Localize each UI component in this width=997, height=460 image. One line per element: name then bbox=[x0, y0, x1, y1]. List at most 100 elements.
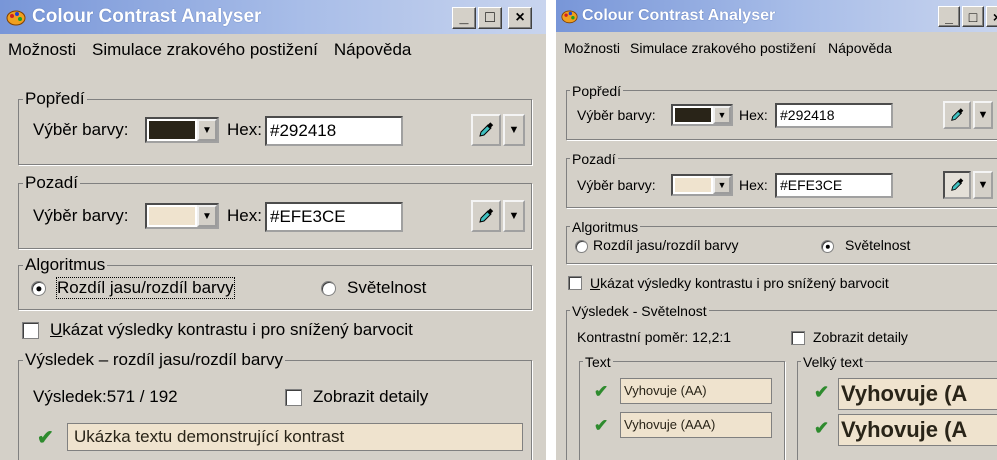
background-legend: Pozadí bbox=[23, 173, 80, 192]
app-palette-icon bbox=[6, 10, 26, 26]
background-color-picker[interactable]: ▼ bbox=[671, 174, 733, 196]
colorblind-label-accesskey: U bbox=[50, 320, 63, 339]
algorithm-option1-label[interactable]: Rozdíl jasu/rozdíl barvy bbox=[593, 237, 739, 253]
close-button[interactable]: × bbox=[508, 7, 532, 29]
maximize-button[interactable]: □ bbox=[962, 6, 984, 27]
foreground-legend: Popředí bbox=[570, 82, 624, 100]
background-color-picker[interactable]: ▼ bbox=[145, 203, 219, 229]
foreground-hex-input[interactable]: #292418 bbox=[775, 103, 893, 128]
eyedropper-icon bbox=[479, 208, 494, 223]
check-icon: ✔ bbox=[594, 382, 609, 401]
background-group: Pozadí Výběr barvy: ▼ Hex: #EFE3CE ▼ bbox=[18, 174, 532, 249]
menu-options[interactable]: Možnosti bbox=[0, 34, 84, 66]
menu-bar: Možnosti Simulace zrakového postižení Ná… bbox=[556, 32, 997, 64]
window-title: Colour Contrast Analyser bbox=[32, 6, 262, 27]
dropdown-arrow-icon[interactable]: ▼ bbox=[197, 205, 217, 227]
background-eyedropper-button[interactable] bbox=[943, 171, 971, 199]
background-legend: Pozadí bbox=[570, 150, 618, 168]
contrast-sample-text: Ukázka textu demonstrující kontrast bbox=[67, 423, 523, 451]
background-picker-label: Výběr barvy: bbox=[33, 206, 129, 225]
colorblind-label[interactable]: Ukázat výsledky kontrastu i pro snížený … bbox=[50, 320, 413, 340]
algorithm-option2-radio[interactable] bbox=[821, 240, 834, 253]
algorithm-option1-label[interactable]: Rozdíl jasu/rozdíl barvy bbox=[56, 277, 235, 299]
algorithm-option2-label[interactable]: Světelnost bbox=[845, 237, 910, 253]
result-group: Výsledek - Světelnost Kontrastní poměr: … bbox=[566, 302, 997, 460]
algorithm-option2-label[interactable]: Světelnost bbox=[347, 278, 426, 298]
algorithm-option1-radio[interactable] bbox=[31, 281, 46, 296]
large-text-result-group: Velký text ✔ Vyhovuje (A ✔ Vyhovuje (A bbox=[797, 353, 997, 460]
menu-simulation[interactable]: Simulace zrakového postižení bbox=[624, 32, 822, 64]
menu-options[interactable]: Možnosti bbox=[556, 32, 624, 64]
algorithm-group: Algoritmus Rozdíl jasu/rozdíl barvy Svět… bbox=[18, 256, 532, 310]
result-group: Výsledek – rozdíl jasu/rozdíl barvy Výsl… bbox=[18, 351, 532, 460]
window-title: Colour Contrast Analyser bbox=[582, 7, 776, 24]
dropdown-arrow-icon[interactable]: ▼ bbox=[713, 106, 731, 124]
algorithm-group: Algoritmus Rozdíl jasu/rozdíl barvy Svět… bbox=[566, 218, 997, 264]
background-hex-input[interactable]: #EFE3CE bbox=[265, 202, 403, 232]
maximize-button[interactable]: □ bbox=[478, 7, 502, 29]
colorblind-label-text: kázat výsledky kontrastu i pro snížený b… bbox=[62, 320, 413, 339]
show-details-label[interactable]: Zobrazit detaily bbox=[313, 387, 428, 407]
eyedropper-icon bbox=[479, 122, 494, 137]
colorblind-label-accesskey: U bbox=[590, 275, 601, 291]
contrast-ratio: Kontrastní poměr: 12,2:1 bbox=[577, 329, 732, 345]
large-text-aaa-result: Vyhovuje (A bbox=[838, 414, 997, 446]
dropdown-arrow-icon[interactable]: ▼ bbox=[197, 119, 217, 141]
check-icon: ✔ bbox=[594, 416, 609, 435]
result-legend: Výsledek – rozdíl jasu/rozdíl barvy bbox=[23, 350, 285, 369]
large-text-aa-result: Vyhovuje (A bbox=[838, 378, 997, 410]
menu-help[interactable]: Nápověda bbox=[822, 32, 898, 64]
foreground-swatch bbox=[675, 108, 711, 122]
check-icon: ✔ bbox=[814, 382, 830, 402]
window-luminosity: Colour Contrast Analyser _ □ × Možnosti … bbox=[556, 0, 997, 460]
text-result-group: Text ✔ Vyhovuje (AA) ✔ Vyhovuje (AAA) bbox=[579, 353, 785, 460]
background-hex-label: Hex: bbox=[739, 177, 768, 193]
text-group-legend: Text bbox=[583, 353, 613, 371]
colorblind-label-text: kázat výsledky kontrastu i pro snížený b… bbox=[600, 275, 889, 291]
minimize-button[interactable]: _ bbox=[938, 6, 960, 27]
foreground-color-picker[interactable]: ▼ bbox=[145, 117, 219, 143]
algorithm-option1-radio[interactable] bbox=[575, 240, 588, 253]
foreground-eyedropper-button[interactable] bbox=[471, 114, 501, 146]
background-hex-input[interactable]: #EFE3CE bbox=[775, 173, 893, 198]
background-swatch bbox=[675, 178, 711, 192]
background-hex-label: Hex: bbox=[227, 206, 262, 225]
menu-simulation[interactable]: Simulace zrakového postižení bbox=[84, 34, 326, 66]
window-luminosity-difference: Colour Contrast Analyser _ □ × Možnosti … bbox=[0, 0, 546, 460]
foreground-hex-input[interactable]: #292418 bbox=[265, 116, 403, 146]
background-picker-label: Výběr barvy: bbox=[577, 177, 656, 193]
eyedropper-icon bbox=[951, 178, 964, 191]
foreground-eyedropper-button[interactable] bbox=[943, 101, 971, 129]
large-text-group-legend: Velký text bbox=[801, 353, 865, 371]
foreground-picker-label: Výběr barvy: bbox=[33, 120, 129, 139]
show-details-checkbox[interactable] bbox=[791, 331, 805, 345]
foreground-color-picker[interactable]: ▼ bbox=[671, 104, 733, 126]
menu-help[interactable]: Nápověda bbox=[326, 34, 420, 66]
background-swatch bbox=[149, 207, 195, 225]
result-legend: Výsledek - Světelnost bbox=[570, 302, 709, 320]
close-button[interactable]: × bbox=[986, 6, 997, 27]
menu-bar: Možnosti Simulace zrakového postižení Ná… bbox=[0, 34, 546, 66]
show-details-checkbox[interactable] bbox=[285, 389, 302, 406]
foreground-legend: Popředí bbox=[23, 89, 87, 108]
result-value: Výsledek:571 / 192 bbox=[33, 387, 178, 406]
colorblind-label[interactable]: Ukázat výsledky kontrastu i pro snížený … bbox=[590, 275, 889, 291]
foreground-eyedropper-dropdown[interactable]: ▼ bbox=[973, 101, 993, 129]
foreground-eyedropper-dropdown[interactable]: ▼ bbox=[503, 114, 525, 146]
algorithm-option2-radio[interactable] bbox=[321, 281, 336, 296]
background-eyedropper-dropdown[interactable]: ▼ bbox=[503, 200, 525, 232]
eyedropper-icon bbox=[951, 108, 964, 121]
dropdown-arrow-icon[interactable]: ▼ bbox=[713, 176, 731, 194]
title-bar[interactable]: Colour Contrast Analyser _ □ × bbox=[556, 0, 997, 32]
background-eyedropper-dropdown[interactable]: ▼ bbox=[973, 171, 993, 199]
title-bar[interactable]: Colour Contrast Analyser _ □ × bbox=[0, 0, 546, 34]
background-group: Pozadí Výběr barvy: ▼ Hex: #EFE3CE ▼ bbox=[566, 150, 997, 208]
algorithm-legend: Algoritmus bbox=[23, 255, 108, 274]
app-palette-icon bbox=[561, 10, 578, 24]
colorblind-checkbox[interactable] bbox=[22, 322, 39, 339]
colorblind-checkbox[interactable] bbox=[568, 276, 582, 290]
background-eyedropper-button[interactable] bbox=[471, 200, 501, 232]
show-details-label[interactable]: Zobrazit detaily bbox=[813, 329, 908, 345]
minimize-button[interactable]: _ bbox=[452, 7, 476, 29]
foreground-swatch bbox=[149, 121, 195, 139]
